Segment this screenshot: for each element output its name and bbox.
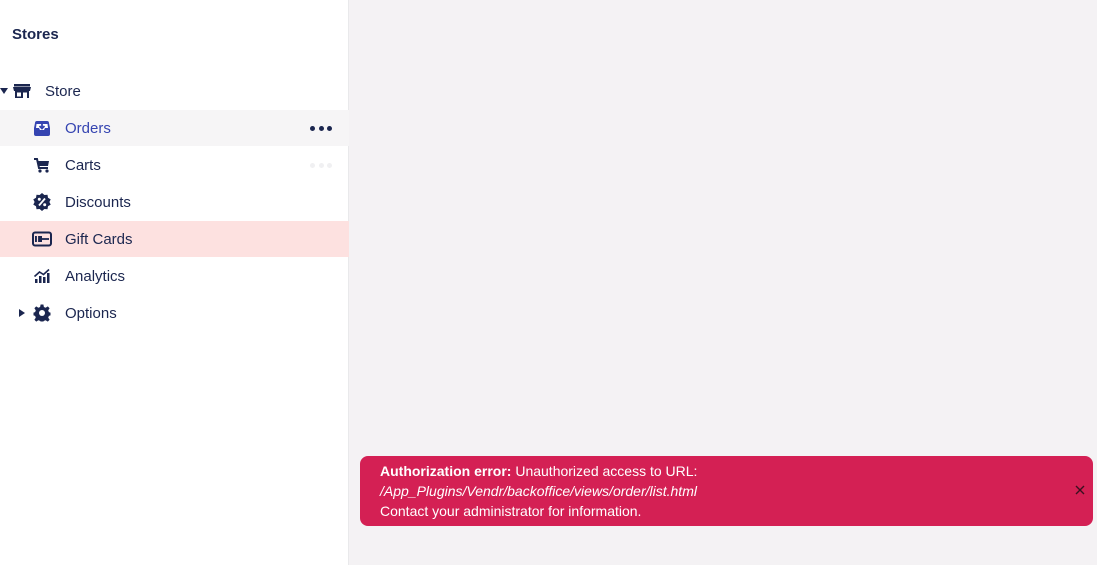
tree-item-store[interactable]: Store	[0, 73, 349, 109]
inbox-download-icon	[32, 118, 52, 138]
notification-url: /App_Plugins/Vendr/backoffice/views/orde…	[380, 483, 697, 499]
tree-item-label: Gift Cards	[65, 230, 133, 248]
tree-item-label: Orders	[65, 119, 111, 137]
tree-item-label: Store	[45, 82, 81, 100]
tree-item-orders[interactable]: Orders	[0, 110, 349, 146]
more-actions-icon[interactable]	[310, 157, 332, 173]
sidebar-title: Stores	[12, 26, 59, 43]
notification-title: Authorization error:	[380, 463, 512, 479]
notification-message: Unauthorized access to URL:	[511, 463, 698, 479]
tree-item-label: Carts	[65, 156, 101, 174]
tree-item-analytics[interactable]: Analytics	[0, 258, 349, 294]
tree-item-label: Analytics	[65, 267, 126, 285]
notification-footer: Contact your administrator for informati…	[380, 503, 642, 519]
close-icon[interactable]	[1073, 483, 1087, 497]
sidebar: Stores Store Orders Carts Discounts Gift…	[0, 0, 349, 565]
notification-line-1: Authorization error: Unauthorized access…	[380, 461, 1073, 481]
gear-icon	[32, 303, 52, 323]
tree-item-options[interactable]: Options	[0, 295, 349, 331]
gift-card-icon	[32, 229, 52, 249]
cart-icon	[32, 155, 52, 175]
more-actions-icon[interactable]	[310, 120, 332, 136]
analytics-chart-icon	[32, 266, 52, 286]
caret-down-icon[interactable]	[0, 86, 9, 96]
tree-item-gift-cards[interactable]: Gift Cards	[0, 221, 349, 257]
store-icon	[12, 81, 32, 101]
tree-item-label: Options	[65, 304, 117, 322]
caret-right-icon[interactable]	[17, 308, 27, 318]
tree-item-label: Discounts	[65, 193, 131, 211]
error-notification: Authorization error: Unauthorized access…	[360, 456, 1093, 526]
discount-badge-icon	[32, 192, 52, 212]
tree-item-discounts[interactable]: Discounts	[0, 184, 349, 220]
tree-item-carts[interactable]: Carts	[0, 147, 349, 183]
